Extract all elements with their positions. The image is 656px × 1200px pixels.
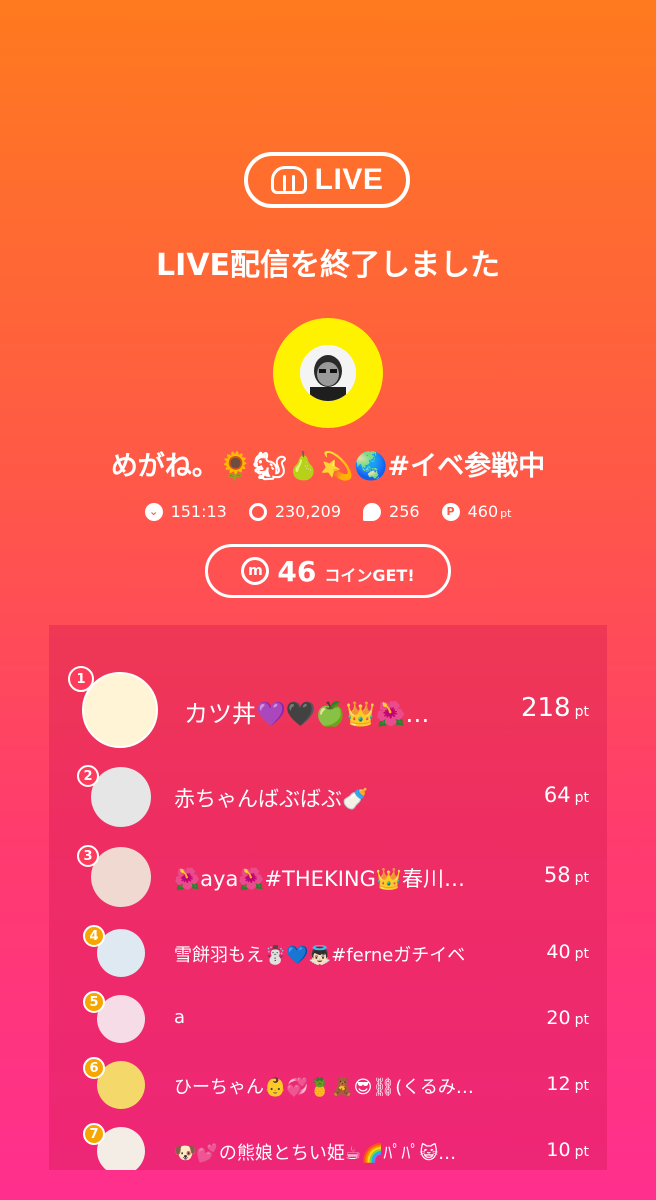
rank-badge: 4 xyxy=(83,925,105,947)
ranking-user-name: 🐶💕の熊娘とちい姫☕🌈ﾊﾟﾊﾟ😺… xyxy=(174,1143,457,1165)
ranking-row[interactable]: 6 ひーちゃん👶💞🍍🧸😎⛓(くるみ… 12 pt xyxy=(49,1057,607,1111)
ranking-user-name: 赤ちゃんばぶばぶ🍼 xyxy=(174,787,369,812)
viewers-stat: 230,209 xyxy=(248,502,342,521)
eye-ring-icon xyxy=(248,502,267,521)
ranking-row[interactable]: 5 a 20 pt xyxy=(49,991,607,1045)
comments-value: 256 xyxy=(389,502,420,521)
ranking-avatar[interactable] xyxy=(82,672,158,748)
viewers-value: 230,209 xyxy=(274,502,342,521)
ranking-score-value: 12 xyxy=(546,1072,571,1095)
ranking-user-name: 🌺aya🌺#THEKING👑春川… xyxy=(174,867,466,892)
logo-text: LIVE xyxy=(314,163,384,196)
comment-bubble-icon xyxy=(363,502,382,521)
points-p-icon: P xyxy=(441,502,460,521)
coin-get-button[interactable]: m 46 コインGET! xyxy=(205,544,451,598)
ranking-score: 10 pt xyxy=(546,1139,589,1161)
rank-badge: 7 xyxy=(83,1123,105,1145)
ranking-score: 20 pt xyxy=(546,1007,589,1029)
ranking-score: 64 pt xyxy=(544,783,589,807)
rank-badge: 6 xyxy=(83,1057,105,1079)
ranking-score: 12 pt xyxy=(546,1073,589,1095)
points-unit: pt xyxy=(500,507,512,520)
points-stat: P 460 pt xyxy=(441,502,512,521)
host-name: めがね。🌻🐿🍐💫🌏#イベ参戦中 xyxy=(110,451,546,482)
ranking-row[interactable]: 2 赤ちゃんばぶばぶ🍼 64 pt xyxy=(49,765,607,829)
rank-badge: 2 xyxy=(77,765,99,787)
gift-ranking-panel: 1 カツ丼💜🖤🍏👑🌺… 218 pt 2 赤ちゃんばぶばぶ🍼 64 pt 3 🌺aya🌺#THEK… xyxy=(49,625,607,1170)
ranking-score-value: 10 xyxy=(546,1138,571,1161)
ranking-user-name: カツ丼💜🖤🍏👑🌺… xyxy=(184,700,430,729)
rank-badge: 3 xyxy=(77,845,99,867)
chevron-down-icon: ⌄ xyxy=(144,502,163,521)
ranking-score-unit: pt xyxy=(574,870,589,887)
duration-stat: ⌄ 151:13 xyxy=(144,502,227,521)
m-logo-icon xyxy=(270,166,307,194)
ranking-score-unit: pt xyxy=(574,1143,589,1160)
host-avatar-photo xyxy=(300,345,356,401)
ranking-score-value: 58 xyxy=(543,863,571,888)
coin-m-icon: m xyxy=(241,557,270,585)
ranking-score: 58 pt xyxy=(544,863,589,887)
duration-value: 151:13 xyxy=(170,502,227,521)
ranking-score-unit: pt xyxy=(574,945,589,962)
ranking-score-value: 218 xyxy=(520,693,571,724)
coin-label: コインGET! xyxy=(324,566,415,585)
ranking-user-name: 雪餅羽もえ☃️💙👼🏻#ferneガチイベ xyxy=(174,945,466,967)
ranking-score-unit: pt xyxy=(574,1077,589,1094)
rank-badge: 5 xyxy=(83,991,105,1013)
comments-stat: 256 xyxy=(363,502,420,521)
mixchannel-live-logo: LIVE xyxy=(244,152,410,208)
ranking-score-unit: pt xyxy=(574,704,589,721)
ranking-score-unit: pt xyxy=(574,1011,589,1028)
ranking-avatar[interactable] xyxy=(91,767,151,827)
ranking-user-name: a xyxy=(174,1007,186,1029)
ranking-row[interactable]: 1 カツ丼💜🖤🍏👑🌺… 218 pt xyxy=(49,666,607,750)
ranking-score-value: 20 xyxy=(546,1006,571,1029)
ranking-row[interactable]: 3 🌺aya🌺#THEKING👑春川… 58 pt xyxy=(49,845,607,909)
ranking-score-value: 40 xyxy=(546,940,571,963)
ranking-avatar[interactable] xyxy=(91,847,151,907)
ranking-user-name: ひーちゃん👶💞🍍🧸😎⛓(くるみ… xyxy=(174,1077,474,1099)
ranking-score-value: 64 xyxy=(543,783,571,808)
ranking-score: 218 pt xyxy=(521,693,589,723)
points-value: 460 pt xyxy=(467,502,512,521)
ranking-score: 40 pt xyxy=(546,941,589,963)
rank-badge: 1 xyxy=(68,666,94,692)
ranking-row[interactable]: 4 雪餅羽もえ☃️💙👼🏻#ferneガチイベ 40 pt xyxy=(49,925,607,979)
live-ended-title: LIVE配信を終了しました xyxy=(156,248,500,283)
host-avatar[interactable] xyxy=(273,318,383,428)
coin-count: 46 xyxy=(277,554,317,588)
ranking-row[interactable]: 7 🐶💕の熊娘とちい姫☕🌈ﾊﾟﾊﾟ😺… 10 pt xyxy=(49,1123,607,1170)
stats-bar: ⌄ 151:13 230,209 256 P 460 pt xyxy=(0,502,656,521)
ranking-score-unit: pt xyxy=(574,790,589,807)
